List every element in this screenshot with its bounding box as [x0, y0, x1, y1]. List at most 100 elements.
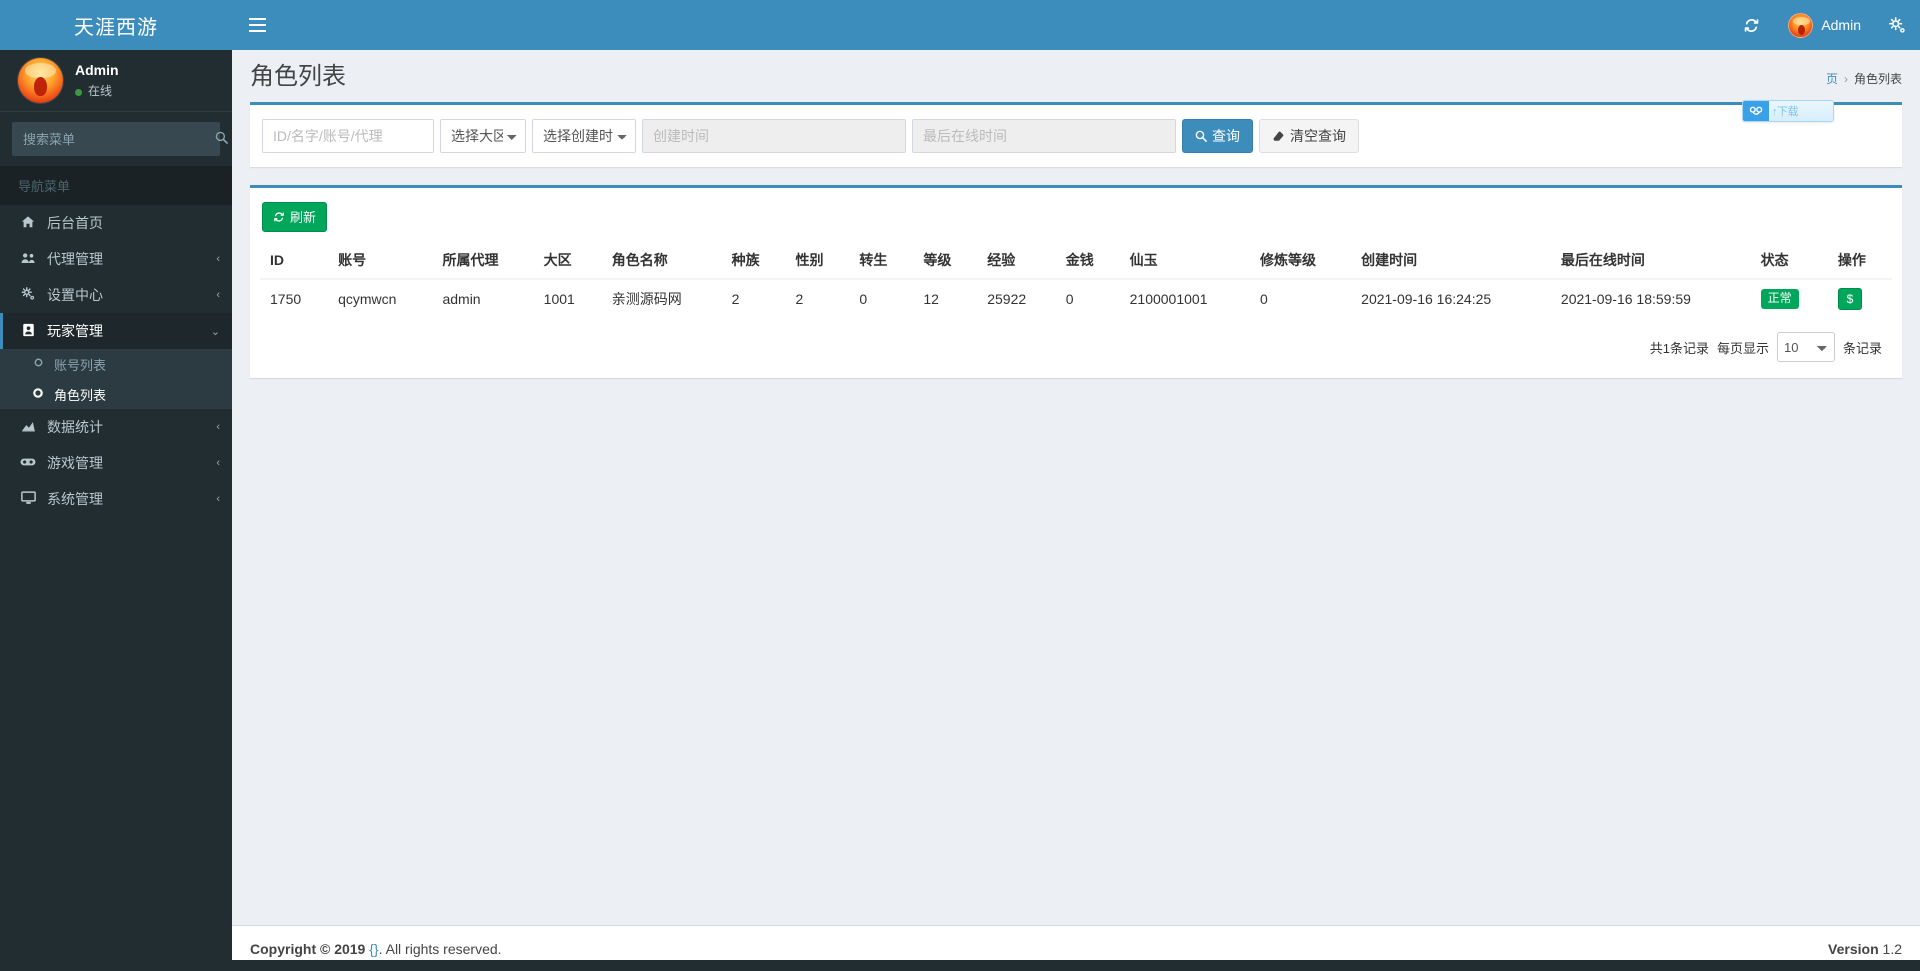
- navbar-right: Admin: [1729, 0, 1920, 50]
- sidebar-search-wrap: [0, 112, 232, 166]
- sidebar-item-agent[interactable]: 代理管理 ‹: [0, 241, 232, 277]
- refresh-nav-button[interactable]: [1729, 0, 1774, 50]
- breadcrumb: 页 › 角色列表: [1826, 70, 1902, 87]
- sidebar-item-role-list[interactable]: 角色列表: [0, 379, 232, 409]
- baidu-netdisk-icon: [1743, 101, 1769, 121]
- chevron-left-icon: ‹: [216, 253, 220, 265]
- top-navbar: Admin: [232, 0, 1920, 50]
- copyright-strong: Copyright © 2019: [250, 940, 366, 957]
- page-size-select[interactable]: 10: [1776, 332, 1835, 362]
- search-submit-button[interactable]: 查询: [1182, 119, 1253, 153]
- col-action: 操作: [1827, 242, 1892, 280]
- create-time-select[interactable]: 选择创建时间: [532, 119, 636, 153]
- last-online-input[interactable]: [912, 119, 1176, 153]
- col-agent: 所属代理: [432, 242, 534, 280]
- search-button[interactable]: [209, 123, 232, 155]
- table-box: 刷新 ID 账号 所属代理 大区 角色名称 种族 性别 转生 等级 经验 金钱 …: [250, 185, 1902, 378]
- sidebar-avatar: [18, 58, 63, 103]
- sidebar-label-agent: 代理管理: [47, 251, 103, 267]
- sidebar-user-info: Admin 在线: [75, 60, 119, 101]
- page-title: 角色列表: [250, 63, 346, 90]
- filter-row: 选择大区 选择创建时间 查询: [260, 115, 1892, 157]
- create-time-input[interactable]: [642, 119, 906, 153]
- breadcrumb-separator: ›: [1843, 71, 1848, 86]
- netdisk-overlay-chip[interactable]: ↑下载: [1742, 100, 1834, 122]
- sidebar-link-game[interactable]: 游戏管理 ‹: [0, 445, 232, 481]
- online-dot-icon: [75, 88, 82, 96]
- sidebar-link-settings[interactable]: 设置中心 ‹: [0, 277, 232, 313]
- table-toolbar: 刷新: [260, 198, 1892, 242]
- copyright: Copyright © 2019 {}. All rights reserved…: [250, 941, 502, 957]
- refresh-icon: [1745, 18, 1759, 32]
- sidebar-link-dashboard[interactable]: 后台首页: [0, 205, 232, 241]
- cell-create-time: 2021-09-16 16:24:25: [1351, 278, 1551, 318]
- col-exp: 经验: [977, 242, 1056, 280]
- sidebar-menu-header: 导航菜单: [0, 166, 232, 205]
- clear-search-button[interactable]: 清空查询: [1259, 119, 1359, 153]
- sidebar-link-statistics[interactable]: 数据统计 ‹: [0, 409, 232, 445]
- copyright-link[interactable]: {}: [369, 941, 378, 957]
- sidebar-item-player[interactable]: 玩家管理 ⌄ 账号列表 角色列表: [0, 313, 232, 409]
- sidebar-user-panel: Admin 在线: [0, 50, 232, 112]
- sidebar: Admin 在线 导航菜单: [0, 50, 232, 971]
- cell-gender: 2: [785, 278, 850, 318]
- control-sidebar-button[interactable]: [1875, 0, 1920, 50]
- sidebar-link-account-list[interactable]: 账号列表: [0, 349, 232, 379]
- sidebar-item-account-list[interactable]: 账号列表: [0, 349, 232, 379]
- content-header: 角色列表 ↑下载 页 › 角色列表: [232, 50, 1920, 122]
- sidebar-label-dashboard: 后台首页: [47, 215, 103, 231]
- chevron-left-icon: ‹: [216, 289, 220, 301]
- breadcrumb-home[interactable]: 页: [1826, 70, 1838, 87]
- user-menu-button[interactable]: Admin: [1774, 0, 1875, 50]
- cell-id: 1750: [260, 278, 329, 318]
- sidebar-link-system[interactable]: 系统管理 ‹: [0, 481, 232, 517]
- netdisk-overlay-text: ↑下载: [1772, 106, 1799, 118]
- refresh-icon: [274, 212, 284, 222]
- cell-race: 2: [721, 278, 786, 318]
- col-region: 大区: [533, 242, 602, 280]
- sidebar-user-name: Admin: [75, 62, 119, 79]
- table-box-body: 刷新 ID 账号 所属代理 大区 角色名称 种族 性别 转生 等级 经验 金钱 …: [250, 188, 1902, 378]
- sidebar-item-statistics[interactable]: 数据统计 ‹: [0, 409, 232, 445]
- cell-action: $: [1827, 278, 1892, 318]
- sidebar-label-account-list: 账号列表: [54, 357, 107, 373]
- sidebar-search-box: [12, 122, 228, 156]
- cell-rebirth: 0: [849, 278, 914, 318]
- eraser-icon: [1273, 131, 1284, 141]
- version-value: 1.2: [1882, 940, 1902, 957]
- cell-agent: admin: [432, 278, 534, 318]
- sidebar-item-settings[interactable]: 设置中心 ‹: [0, 277, 232, 313]
- sidebar-toggle-button[interactable]: [232, 0, 282, 50]
- filter-box: 选择大区 选择创建时间 查询: [250, 102, 1902, 167]
- sidebar-link-agent[interactable]: 代理管理 ‹: [0, 241, 232, 277]
- sidebar-label-statistics: 数据统计: [47, 419, 103, 435]
- chart-icon: [19, 419, 37, 436]
- cell-money: 0: [1055, 278, 1120, 318]
- col-create-time: 创建时间: [1351, 242, 1551, 280]
- total-records-label: 共1条记录: [1649, 340, 1709, 356]
- cell-status: 正常: [1750, 278, 1828, 318]
- cell-cultivation: 0: [1249, 278, 1352, 318]
- sidebar-item-system[interactable]: 系统管理 ‹: [0, 481, 232, 517]
- refresh-table-button[interactable]: 刷新: [262, 202, 328, 232]
- col-money: 金钱: [1055, 242, 1120, 280]
- sidebar-label-system: 系统管理: [47, 491, 103, 507]
- sidebar-item-game[interactable]: 游戏管理 ‹: [0, 445, 232, 481]
- search-input[interactable]: [13, 123, 209, 155]
- id-card-icon: [19, 323, 37, 340]
- sidebar-link-player[interactable]: 玩家管理 ⌄: [0, 313, 232, 349]
- status-badge: 正常: [1760, 289, 1799, 309]
- user-menu-label: Admin: [1821, 17, 1861, 33]
- table-row[interactable]: 1750 qcymwcn admin 1001 亲测源码网 2 2 0 12 2…: [260, 278, 1892, 318]
- keyword-input[interactable]: [262, 119, 434, 153]
- gear-icon: [1889, 16, 1905, 33]
- money-action-button[interactable]: $: [1837, 288, 1862, 310]
- sidebar-label-role-list: 角色列表: [54, 387, 107, 403]
- sidebar-link-role-list[interactable]: 角色列表: [0, 379, 232, 409]
- brand-logo[interactable]: 天涯西游: [0, 0, 232, 50]
- col-last-online: 最后在线时间: [1550, 242, 1751, 280]
- sidebar-item-dashboard[interactable]: 后台首页: [0, 205, 232, 241]
- content-body: 选择大区 选择创建时间 查询: [232, 102, 1920, 378]
- region-select[interactable]: 选择大区: [440, 119, 526, 153]
- clear-search-label: 清空查询: [1290, 128, 1346, 144]
